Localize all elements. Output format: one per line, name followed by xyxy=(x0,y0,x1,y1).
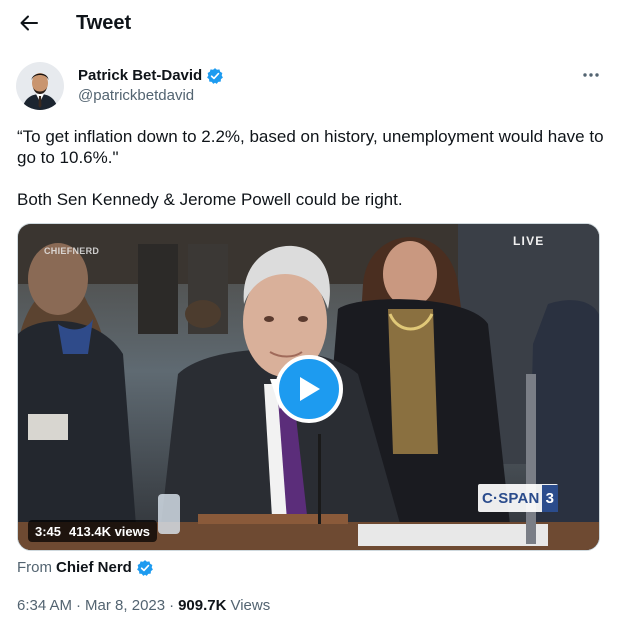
tweet-views-label: Views xyxy=(230,597,271,614)
live-label: LIVE xyxy=(513,234,545,248)
arrow-left-icon xyxy=(20,15,38,31)
verified-badge-icon xyxy=(136,560,153,576)
video-stats: 3:45 413.4K views xyxy=(28,520,157,542)
video-duration: 3:45 xyxy=(35,523,62,539)
video-view-count: 413.4K views xyxy=(69,523,150,539)
author-handle[interactable]: @patrickbetdavid xyxy=(78,86,194,106)
tweet-views-count[interactable]: 909.7K xyxy=(178,596,226,616)
play-button[interactable] xyxy=(275,355,343,423)
video-watermark: CHIEFNERD xyxy=(44,246,100,256)
play-icon xyxy=(300,377,320,401)
author-name-row: Patrick Bet-David xyxy=(78,66,224,86)
page-title: Tweet xyxy=(76,12,132,34)
network-logo-text: C·SPAN xyxy=(482,489,540,507)
avatar[interactable] xyxy=(16,62,64,110)
verified-badge-icon xyxy=(207,68,224,84)
page-header: Tweet xyxy=(0,0,618,44)
video-player[interactable]: CHIEFNERD LIVE C·SPAN 3 3:45 413.4K view… xyxy=(17,223,600,551)
separator-dot: · xyxy=(76,597,82,614)
from-label: From xyxy=(17,559,52,576)
tweet-text: “To get inflation down to 2.2%, based on… xyxy=(17,126,607,210)
tweet-paragraph: Both Sen Kennedy & Jerome Powell could b… xyxy=(17,190,403,209)
tweet-author: Patrick Bet-David @patrickbetdavid xyxy=(16,62,606,114)
tweet-date[interactable]: Mar 8, 2023 xyxy=(85,596,165,616)
tweet-meta: 6:34 AM · Mar 8, 2023 · 909.7K Views xyxy=(17,596,270,616)
tweet-time[interactable]: 6:34 AM xyxy=(17,596,72,616)
tweet-paragraph: “To get inflation down to 2.2%, based on… xyxy=(17,127,604,167)
more-horizontal-icon xyxy=(583,73,599,77)
network-logo-number: 3 xyxy=(541,484,558,512)
more-options-button[interactable] xyxy=(580,64,602,86)
network-logo: C·SPAN 3 xyxy=(478,484,558,512)
author-name[interactable]: Patrick Bet-David xyxy=(78,66,202,86)
separator-dot: · xyxy=(169,597,175,614)
source-account-link[interactable]: Chief Nerd xyxy=(56,558,132,578)
video-source: From Chief Nerd xyxy=(17,558,154,578)
back-button[interactable] xyxy=(16,10,42,36)
